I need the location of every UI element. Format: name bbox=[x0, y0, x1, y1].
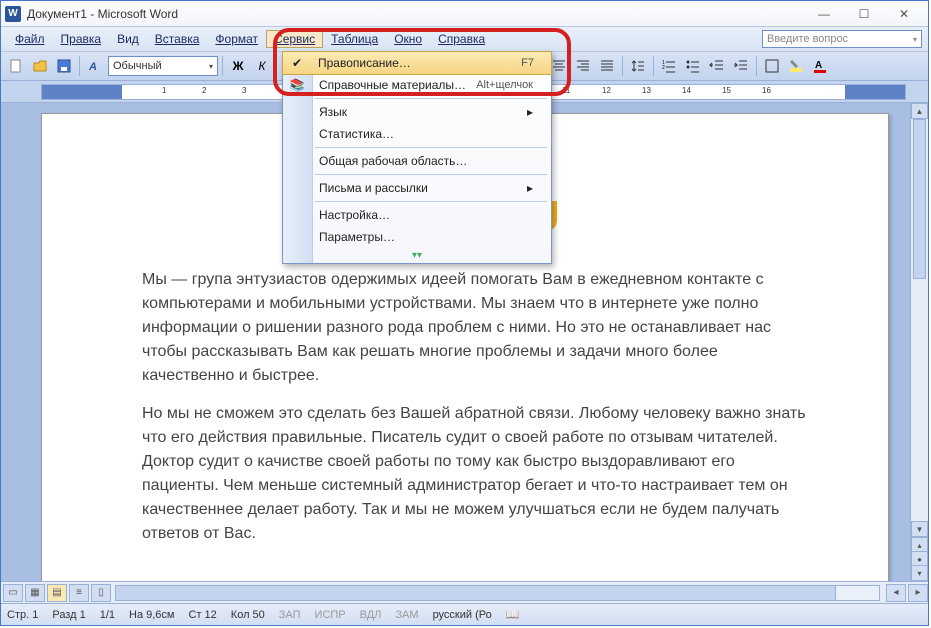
hscroll-thumb[interactable] bbox=[116, 586, 836, 600]
line-spacing-button[interactable] bbox=[627, 55, 649, 77]
status-pages: 1/1 bbox=[100, 609, 115, 621]
svg-text:A: A bbox=[815, 60, 822, 71]
submenu-arrow-icon: ▸ bbox=[527, 105, 533, 119]
titlebar: W Документ1 - Microsoft Word — ☐ ✕ bbox=[1, 1, 928, 27]
normal-view-button[interactable]: ▭ bbox=[3, 584, 23, 602]
spell-status-icon[interactable]: 📖 bbox=[506, 608, 520, 621]
status-at: На 9,6см bbox=[129, 609, 174, 621]
paragraph-1: Мы — група энтузиастов одержимых идеей п… bbox=[142, 268, 808, 388]
scroll-up-button[interactable]: ▲ bbox=[911, 103, 928, 119]
numbered-list-button[interactable]: 12 bbox=[658, 55, 680, 77]
menu-tools[interactable]: Сервис bbox=[266, 30, 323, 48]
menu-window[interactable]: Окно bbox=[386, 30, 430, 48]
menu-help[interactable]: Справка bbox=[430, 30, 493, 48]
vertical-scrollbar[interactable]: ▲ ▼ ▴ ● ▾ bbox=[910, 103, 928, 581]
menuitem-language[interactable]: Язык ▸ bbox=[283, 101, 551, 123]
menuitem-spelling[interactable]: ✔ Правописание… F7 bbox=[282, 51, 552, 75]
paragraph-2: Но мы не сможем это сделать без Вашей аб… bbox=[142, 402, 808, 546]
status-rec[interactable]: ЗАП bbox=[279, 609, 301, 621]
menuitem-statistics[interactable]: Статистика… bbox=[283, 123, 551, 145]
hscroll-left-button[interactable]: ◂ bbox=[886, 584, 906, 602]
status-line: Ст 12 bbox=[189, 609, 217, 621]
status-col: Кол 50 bbox=[231, 609, 265, 621]
horizontal-scrollbar[interactable] bbox=[115, 585, 880, 601]
status-language[interactable]: русский (Ро bbox=[433, 609, 492, 621]
menu-view[interactable]: Вид bbox=[109, 30, 147, 48]
highlight-button[interactable] bbox=[785, 55, 807, 77]
new-document-button[interactable] bbox=[5, 55, 27, 77]
menu-format[interactable]: Формат bbox=[207, 30, 266, 48]
status-ext[interactable]: ВДЛ bbox=[360, 609, 382, 621]
menuitem-research[interactable]: 📚 Справочные материалы… Alt+щелчок bbox=[283, 74, 551, 96]
decrease-indent-button[interactable] bbox=[706, 55, 728, 77]
print-layout-view-button[interactable]: ▤ bbox=[47, 584, 67, 602]
submenu-arrow-icon: ▸ bbox=[527, 181, 533, 195]
status-page: Стр. 1 bbox=[7, 609, 38, 621]
minimize-button[interactable]: — bbox=[804, 4, 844, 24]
bold-button[interactable]: Ж bbox=[227, 55, 249, 77]
menu-insert[interactable]: Вставка bbox=[147, 30, 208, 48]
spelling-icon: ✔ bbox=[289, 55, 305, 71]
ask-question-box[interactable]: Введите вопрос▾ bbox=[762, 30, 922, 48]
align-right-button[interactable] bbox=[572, 55, 594, 77]
menuitem-customize[interactable]: Настройка… bbox=[283, 204, 551, 226]
menu-table[interactable]: Таблица bbox=[323, 30, 386, 48]
web-view-button[interactable]: ▦ bbox=[25, 584, 45, 602]
vscroll-thumb[interactable] bbox=[913, 119, 926, 279]
maximize-button[interactable]: ☐ bbox=[844, 4, 884, 24]
window-title: Документ1 - Microsoft Word bbox=[27, 7, 178, 21]
increase-indent-button[interactable] bbox=[730, 55, 752, 77]
font-color-button[interactable]: A bbox=[809, 55, 831, 77]
reading-view-button[interactable]: ▯ bbox=[91, 584, 111, 602]
style-select[interactable]: Обычный bbox=[108, 56, 218, 76]
statusbar: Стр. 1 Разд 1 1/1 На 9,6см Ст 12 Кол 50 … bbox=[1, 603, 928, 625]
status-ovr[interactable]: ЗАМ bbox=[395, 609, 418, 621]
menu-expand-button[interactable]: ▾▾ bbox=[283, 248, 551, 263]
app-window: W Документ1 - Microsoft Word — ☐ ✕ Файл … bbox=[0, 0, 929, 626]
menu-edit[interactable]: Правка bbox=[53, 30, 110, 48]
svg-text:A: A bbox=[88, 61, 97, 73]
open-button[interactable] bbox=[29, 55, 51, 77]
align-justify-button[interactable] bbox=[596, 55, 618, 77]
outline-view-button[interactable]: ≡ bbox=[69, 584, 89, 602]
hscroll-right-button[interactable]: ▸ bbox=[908, 584, 928, 602]
scroll-down-button[interactable]: ▼ bbox=[911, 521, 928, 537]
chevron-down-icon: ▾▾ bbox=[412, 250, 422, 261]
status-trk[interactable]: ИСПР bbox=[315, 609, 346, 621]
hscroll-row: ▭ ▦ ▤ ≡ ▯ ◂ ▸ bbox=[1, 581, 928, 603]
tools-dropdown: ✔ Правописание… F7 📚 Справочные материал… bbox=[282, 51, 552, 264]
italic-button[interactable]: К bbox=[251, 55, 273, 77]
menubar: Файл Правка Вид Вставка Формат Сервис Та… bbox=[1, 27, 928, 51]
word-app-icon: W bbox=[5, 6, 21, 22]
next-page-button[interactable]: ▾ bbox=[911, 565, 928, 581]
style-picker-button[interactable]: A bbox=[84, 55, 106, 77]
status-section: Разд 1 bbox=[52, 609, 85, 621]
research-icon: 📚 bbox=[289, 77, 305, 93]
menu-file[interactable]: Файл bbox=[7, 30, 53, 48]
save-button[interactable] bbox=[53, 55, 75, 77]
menuitem-shared-workspace[interactable]: Общая рабочая область… bbox=[283, 150, 551, 172]
close-button[interactable]: ✕ bbox=[884, 4, 924, 24]
menuitem-mail-merge[interactable]: Письма и рассылки ▸ bbox=[283, 177, 551, 199]
menuitem-options[interactable]: Параметры… bbox=[283, 226, 551, 248]
bullet-list-button[interactable] bbox=[682, 55, 704, 77]
borders-button[interactable] bbox=[761, 55, 783, 77]
svg-text:2: 2 bbox=[662, 65, 665, 71]
